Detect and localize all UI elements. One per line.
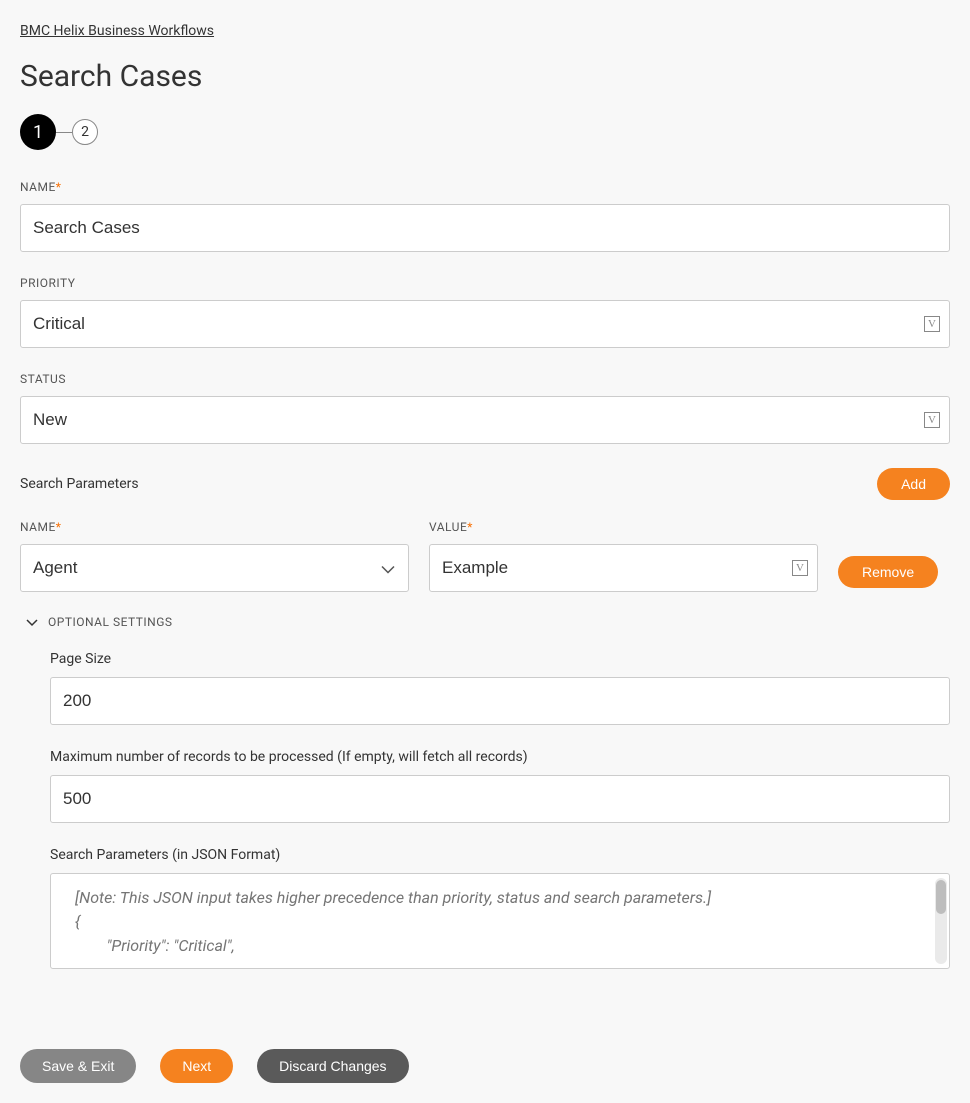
param-value-label: VALUE* <box>429 520 818 534</box>
priority-label: PRIORITY <box>20 276 950 290</box>
breadcrumb-link[interactable]: BMC Helix Business Workflows <box>20 23 214 39</box>
next-button[interactable]: Next <box>160 1049 233 1083</box>
scrollbar-thumb[interactable] <box>936 880 946 914</box>
stepper: 1 2 <box>20 114 950 150</box>
json-params-textarea[interactable] <box>51 874 949 968</box>
page-title: Search Cases <box>20 59 950 94</box>
step-2[interactable]: 2 <box>72 119 98 145</box>
step-connector <box>56 132 72 133</box>
param-value-input[interactable] <box>429 544 818 592</box>
status-input[interactable] <box>20 396 950 444</box>
search-params-label: Search Parameters <box>20 476 139 492</box>
param-name-label: NAME* <box>20 520 409 534</box>
footer-buttons: Save & Exit Next Discard Changes <box>20 1049 409 1083</box>
page-size-input[interactable] <box>50 677 950 725</box>
optional-settings-label: OPTIONAL SETTINGS <box>48 615 173 629</box>
status-label: STATUS <box>20 372 950 386</box>
json-params-label: Search Parameters (in JSON Format) <box>50 847 950 863</box>
remove-button[interactable]: Remove <box>838 556 938 588</box>
param-name-select[interactable] <box>20 544 409 592</box>
name-input[interactable] <box>20 204 950 252</box>
max-records-label: Maximum number of records to be processe… <box>50 749 950 765</box>
add-button[interactable]: Add <box>877 468 950 500</box>
priority-input[interactable] <box>20 300 950 348</box>
save-exit-button[interactable]: Save & Exit <box>20 1049 136 1083</box>
name-label: NAME* <box>20 180 950 194</box>
optional-settings-toggle[interactable]: OPTIONAL SETTINGS <box>26 612 950 631</box>
scrollbar[interactable] <box>935 878 947 964</box>
page-size-label: Page Size <box>50 651 950 667</box>
step-1[interactable]: 1 <box>20 114 56 150</box>
max-records-input[interactable] <box>50 775 950 823</box>
param-row: NAME* VALUE* V Remove <box>20 520 950 592</box>
chevron-down-icon <box>26 612 38 631</box>
discard-button[interactable]: Discard Changes <box>257 1049 408 1083</box>
